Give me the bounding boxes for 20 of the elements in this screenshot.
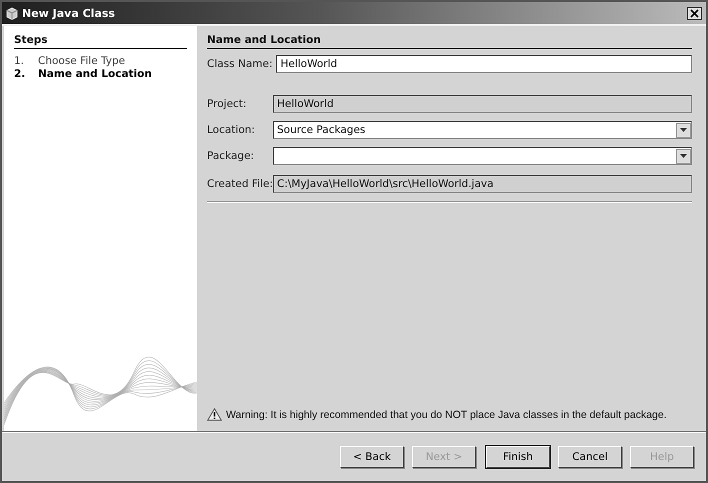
- step-label: Choose File Type: [38, 55, 126, 68]
- field-label: Class Name:: [207, 58, 272, 70]
- dialog-button[interactable]: Finish: [486, 446, 550, 468]
- readonly-field: C:\MyJava\HelloWorld\src\HelloWorld.java: [273, 175, 692, 193]
- window-title: New Java Class: [22, 6, 115, 20]
- readonly-field: HelloWorld: [273, 95, 692, 113]
- panel-heading: Name and Location: [207, 34, 692, 49]
- dropdown-field[interactable]: Source Packages: [273, 121, 692, 139]
- step-number: 2.: [14, 68, 26, 81]
- text-field[interactable]: HelloWorld: [276, 55, 692, 73]
- field-label: Package:: [207, 150, 256, 162]
- steps-heading: Steps: [14, 34, 187, 49]
- step-label: Name and Location: [38, 68, 152, 81]
- field-label: Location:: [207, 124, 256, 136]
- dialog-button[interactable]: Cancel: [558, 446, 622, 468]
- dialog-button[interactable]: < Back: [340, 446, 404, 468]
- step-number: 1.: [14, 55, 26, 68]
- field-label: Project:: [207, 98, 248, 110]
- warning-message: Warning: It is highly recommended that you do NOT place Java classes in the default package.: [226, 408, 667, 420]
- field-label: Created File:: [207, 178, 273, 190]
